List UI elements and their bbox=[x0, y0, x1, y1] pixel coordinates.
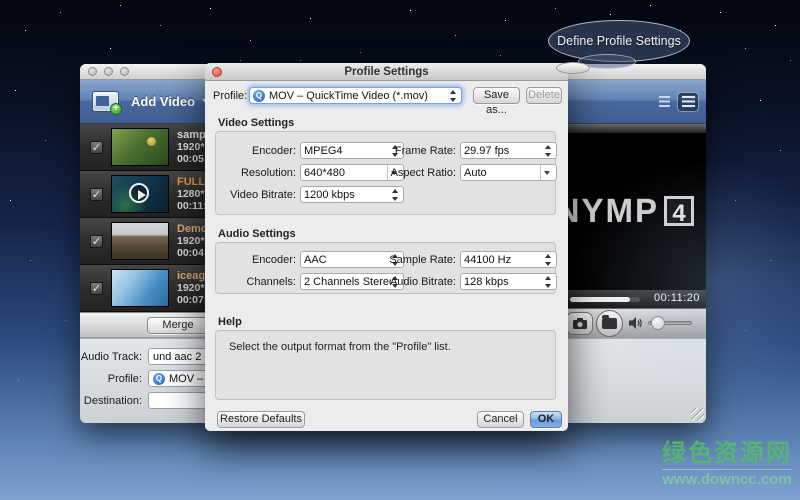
stepper-arrows-icon bbox=[544, 254, 553, 266]
callout-bubble-tail-end bbox=[556, 62, 590, 74]
profile-label: Profile: bbox=[80, 373, 148, 385]
audio-settings-group: Encoder: AAC Sample Rate: 44100 Hz Chann… bbox=[215, 242, 556, 294]
dialog-title: Profile Settings bbox=[344, 66, 428, 78]
quicktime-icon: Q bbox=[153, 373, 165, 385]
add-video-button[interactable]: Add Video bbox=[131, 94, 195, 109]
list-view-button[interactable] bbox=[654, 93, 674, 111]
desktop: + Add Video ✓ sample 1920*10 00:05:0 ✓ bbox=[0, 0, 800, 500]
video-thumbnail[interactable] bbox=[111, 269, 169, 307]
volume-slider[interactable] bbox=[648, 321, 692, 325]
close-icon[interactable] bbox=[212, 67, 222, 77]
zoom-button[interactable] bbox=[120, 67, 129, 76]
cancel-button[interactable]: Cancel bbox=[477, 411, 524, 428]
snapshot-button[interactable] bbox=[566, 312, 593, 335]
speaker-icon[interactable] bbox=[628, 316, 643, 335]
play-icon[interactable] bbox=[129, 183, 149, 203]
watermark-url: www.downcc.com bbox=[662, 469, 792, 488]
minimize-button[interactable] bbox=[104, 67, 113, 76]
camera-icon bbox=[573, 318, 587, 329]
audio-bitrate-label: Audio Bitrate: bbox=[388, 276, 460, 288]
watermark-site-name: 绿色资源网 bbox=[662, 433, 792, 468]
checkbox-checked[interactable]: ✓ bbox=[90, 188, 103, 201]
sample-rate-dropdown[interactable]: 44100 Hz bbox=[460, 251, 557, 268]
video-thumbnail[interactable] bbox=[111, 222, 169, 260]
merge-button[interactable]: Merge bbox=[147, 317, 209, 334]
combo-down-arrow-icon bbox=[540, 165, 553, 180]
stepper-arrows-icon bbox=[544, 276, 553, 288]
aspect-ratio-combo[interactable]: Auto bbox=[460, 164, 557, 181]
checkbox-checked[interactable]: ✓ bbox=[90, 235, 103, 248]
video-bitrate-dropdown[interactable]: 1200 kbps bbox=[300, 186, 404, 203]
restore-defaults-button[interactable]: Restore Defaults bbox=[217, 411, 305, 428]
audio-encoder-label: Encoder: bbox=[224, 254, 300, 266]
stepper-arrows-icon bbox=[391, 189, 400, 201]
anymp4-logo: NYMP 4 bbox=[556, 192, 694, 230]
video-settings-heading: Video Settings bbox=[218, 117, 294, 129]
video-thumbnail[interactable] bbox=[111, 128, 169, 166]
open-folder-button[interactable] bbox=[596, 310, 623, 337]
sample-rate-label: Sample Rate: bbox=[388, 254, 460, 266]
detail-view-button[interactable] bbox=[678, 93, 698, 111]
audio-track-label: Audio Track: bbox=[80, 351, 148, 363]
dialog-titlebar[interactable]: Profile Settings bbox=[205, 63, 568, 81]
watermark: 绿色资源网 www.downcc.com bbox=[662, 433, 792, 488]
quicktime-icon: Q bbox=[253, 90, 265, 102]
volume-knob[interactable] bbox=[651, 316, 665, 330]
frame-rate-label: Frame Rate: bbox=[388, 145, 460, 157]
delete-button: Delete bbox=[526, 87, 562, 104]
stepper-arrows-icon bbox=[544, 145, 553, 157]
help-text: Select the output format from the "Profi… bbox=[229, 341, 451, 353]
channels-label: Channels: bbox=[224, 276, 300, 288]
video-thumbnail[interactable] bbox=[111, 175, 169, 213]
resize-grip[interactable] bbox=[691, 408, 704, 421]
ok-button[interactable]: OK bbox=[530, 411, 562, 428]
aspect-ratio-label: Aspect Ratio: bbox=[388, 167, 460, 179]
checkbox-checked[interactable]: ✓ bbox=[90, 141, 103, 154]
video-bitrate-label: Video Bitrate: bbox=[224, 189, 300, 201]
profile-label: Profile: bbox=[213, 90, 249, 102]
video-settings-group: Encoder: MPEG4 Frame Rate: 29.97 fps Res… bbox=[215, 131, 556, 215]
audio-bitrate-dropdown[interactable]: 128 kbps bbox=[460, 273, 557, 290]
audio-settings-heading: Audio Settings bbox=[218, 228, 296, 240]
help-heading: Help bbox=[218, 316, 242, 328]
encoder-label: Encoder: bbox=[224, 145, 300, 157]
stepper-arrows-icon bbox=[449, 90, 458, 102]
frame-rate-dropdown[interactable]: 29.97 fps bbox=[460, 142, 557, 159]
destination-label: Destination: bbox=[80, 395, 148, 407]
help-group: Select the output format from the "Profi… bbox=[215, 330, 556, 400]
add-video-icon: + bbox=[92, 91, 119, 112]
seek-bar-fill bbox=[570, 297, 630, 302]
close-button[interactable] bbox=[88, 67, 97, 76]
playback-time: 00:11:20 bbox=[654, 292, 700, 304]
starfield bbox=[0, 0, 1, 1]
folder-icon bbox=[602, 318, 617, 329]
checkbox-checked[interactable]: ✓ bbox=[90, 282, 103, 295]
resolution-label: Resolution: bbox=[224, 167, 300, 179]
profile-format-dropdown[interactable]: Q MOV – QuickTime Video (*.mov) bbox=[249, 87, 462, 104]
seek-bar[interactable] bbox=[570, 297, 640, 302]
profile-settings-dialog: Profile Settings Profile: Q MOV – QuickT… bbox=[205, 63, 568, 431]
save-as-button[interactable]: Save as... bbox=[473, 87, 520, 104]
